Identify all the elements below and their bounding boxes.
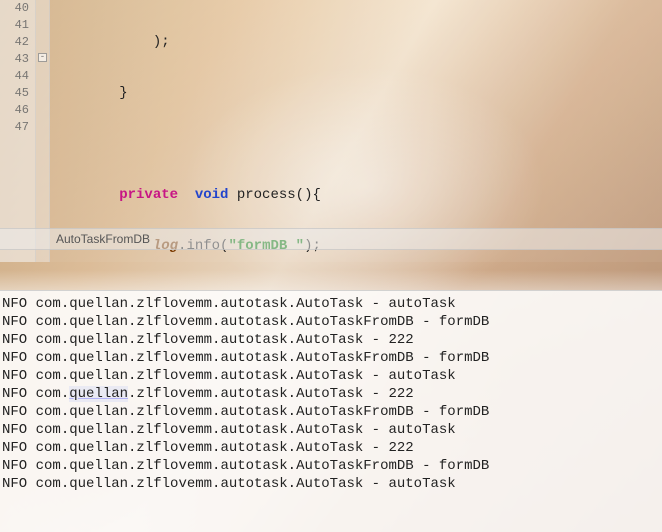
log-line: NFO com.quellan.zlflovemm.autotask.AutoT… <box>0 421 662 439</box>
line-number: 46 <box>0 102 29 119</box>
line-number: 41 <box>0 17 29 34</box>
code-line: private void process(){ <box>52 187 662 204</box>
log-line: NFO com.quellan.zlflovemm.autotask.AutoT… <box>0 349 662 367</box>
fold-toggle-icon[interactable]: - <box>38 53 47 62</box>
pane-gap <box>0 270 662 290</box>
code-editor-pane[interactable]: 40 41 42 43 44 45 46 47 - ); } private v… <box>0 0 662 262</box>
log-line: NFO com.quellan.zlflovemm.autotask.AutoT… <box>0 475 662 493</box>
code-line: } <box>52 85 662 102</box>
keyword-void: void <box>178 187 228 203</box>
log-line: NFO com.quellan.zlflovemm.autotask.AutoT… <box>0 439 662 457</box>
line-number: 42 <box>0 34 29 51</box>
line-number: 45 <box>0 85 29 102</box>
pane-splitter[interactable] <box>0 262 662 270</box>
log-line: NFO com.quellan.zlflovemm.autotask.AutoT… <box>0 331 662 349</box>
fold-gutter[interactable]: - <box>36 0 50 262</box>
code-line <box>52 136 662 153</box>
line-number: 40 <box>0 0 29 17</box>
console-output-pane[interactable]: NFO com.quellan.zlflovemm.autotask.AutoT… <box>0 290 662 532</box>
line-number: 44 <box>0 68 29 85</box>
breadcrumb-bar[interactable]: AutoTaskFromDB <box>0 228 662 250</box>
log-line: NFO com.quellan.zlflovemm.autotask.AutoT… <box>0 367 662 385</box>
keyword-private: private <box>119 187 178 203</box>
code-area[interactable]: ); } private void process(){ log.info("f… <box>50 0 662 262</box>
log-line: NFO com.quellan.zlflovemm.autotask.AutoT… <box>0 385 662 403</box>
log-line: NFO com.quellan.zlflovemm.autotask.AutoT… <box>0 457 662 475</box>
log-line: NFO com.quellan.zlflovemm.autotask.AutoT… <box>0 403 662 421</box>
log-line: NFO com.quellan.zlflovemm.autotask.AutoT… <box>0 295 662 313</box>
line-number-gutter: 40 41 42 43 44 45 46 47 <box>0 0 36 262</box>
search-highlight: quellan <box>69 386 128 402</box>
breadcrumb-item[interactable]: AutoTaskFromDB <box>56 232 150 246</box>
log-line: NFO com.quellan.zlflovemm.autotask.AutoT… <box>0 313 662 331</box>
line-number: 43 <box>0 51 29 68</box>
code-line: ); <box>52 34 662 51</box>
line-number: 47 <box>0 119 29 136</box>
